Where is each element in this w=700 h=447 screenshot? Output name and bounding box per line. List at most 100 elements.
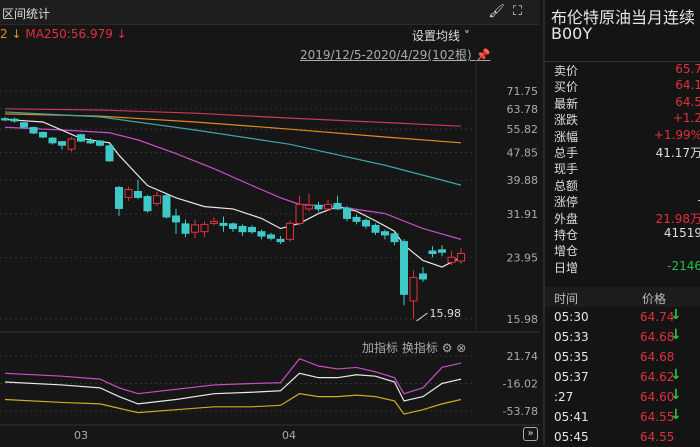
quote-table: 卖价 65.7 买价 64.1 最新 64.5 涨跌 +1.2 涨幅 +1.99% 总手 41.17万… <box>545 61 700 275</box>
y-tick-label: 31.91 <box>507 208 539 221</box>
quote-value: +1.99% <box>653 127 700 142</box>
candle-down <box>362 219 370 227</box>
candle-down <box>115 186 123 209</box>
quote-label: 现手 <box>554 162 579 177</box>
candle-down <box>181 223 190 234</box>
quote-label: 总额 <box>554 178 579 193</box>
quote-label: 最新 <box>554 96 579 111</box>
candle-down <box>29 127 38 134</box>
quote-label: 总手 <box>554 145 579 160</box>
candle-up <box>295 203 304 224</box>
candle-down <box>105 145 114 162</box>
candle-up <box>447 256 456 263</box>
gear-icon[interactable]: ⚙ <box>442 341 453 355</box>
candle-up <box>305 204 313 210</box>
indicator-tick-label: -53.78 <box>503 405 538 418</box>
fullscreen-icon[interactable]: ⛶ <box>513 4 530 19</box>
y-tick-label: 15.98 <box>507 313 539 326</box>
ma250-legend: MA250:56.979 ↓ <box>25 27 127 41</box>
tick-row: 05:30 64.74 ↓ <box>545 307 700 327</box>
candle-up <box>210 220 218 224</box>
y-tick-label: 47.85 <box>507 147 539 160</box>
quote-row: 涨停- <box>545 193 700 209</box>
x-label-04: 04 <box>282 429 296 442</box>
ma5-line <box>4 118 462 268</box>
brush-icon[interactable]: 🖌 <box>488 4 513 19</box>
quote-label: 外盘 <box>554 211 579 226</box>
ma20-line <box>4 111 462 186</box>
quote-value: -2146 <box>667 258 700 273</box>
tick-row: 05:45 64.55 <box>545 427 700 447</box>
set-ma-dropdown[interactable]: 设置均线 ˅ <box>412 27 470 44</box>
quote-row: 日增 -2146 <box>545 259 700 275</box>
tick-header: 时间 价格 <box>545 287 700 307</box>
quote-label: 涨幅 <box>554 129 579 144</box>
candle-down <box>371 224 380 233</box>
quote-panel: 布伦特原油当月连续 B00Y 卖价 65.7 买价 64.1 最新 64.5 涨跌 +1.2 涨… <box>543 0 700 445</box>
candle-down <box>77 134 85 142</box>
y-tick-label: 63.78 <box>507 103 539 116</box>
ma250-line <box>4 108 462 127</box>
tick-time: 05:33 <box>554 330 589 344</box>
tick-time: 05:37 <box>554 370 589 384</box>
quote-row: 涨跌 +1.2 <box>545 111 700 127</box>
candle-down <box>58 141 66 146</box>
date-range-link[interactable]: 2019/12/5-2020/4/29(102根) 📌 <box>300 46 490 63</box>
expand-right-button[interactable]: » <box>523 427 538 441</box>
candle-down <box>143 196 152 212</box>
candle-down <box>381 231 389 236</box>
candle-down <box>238 225 247 233</box>
candle-down <box>276 238 285 243</box>
range-stats-title[interactable]: 区间统计 <box>2 5 50 22</box>
candle-down <box>428 250 437 255</box>
candle-down <box>20 122 28 128</box>
indicator-tick-label: -16.02 <box>503 378 538 391</box>
candle-down <box>257 231 266 237</box>
add-indicator-button[interactable]: 加指标 <box>362 341 398 355</box>
quote-label: 持仓 <box>554 227 579 242</box>
quote-row: 现手 <box>545 160 700 176</box>
close-icon[interactable]: ⊗ <box>456 341 466 355</box>
tick-row: 05:33 64.68 ↓ <box>545 327 700 347</box>
candle-down <box>1 118 9 121</box>
tick-list[interactable]: 时间 价格 05:30 64.74 ↓ 05:33 64.68 ↓ 05:35 64.68 05… <box>545 287 700 447</box>
indicator-tools: 加指标 换指标 ⚙ ⊗ <box>362 339 466 356</box>
candle-down <box>400 241 408 295</box>
pin-icon[interactable]: 📌 <box>476 48 491 62</box>
tick-row: 05:41 64.55 ↓ <box>545 407 700 427</box>
y-tick-label: 71.75 <box>507 85 539 98</box>
quote-row: 外盘 21.98万 <box>545 210 700 226</box>
quote-label: 卖价 <box>554 64 579 78</box>
tick-time: :27 <box>554 390 574 404</box>
candle-down <box>86 140 95 144</box>
quote-value: +1.2 <box>672 111 700 126</box>
down-arrow-icon: ↓ <box>670 367 682 383</box>
candle-down <box>162 195 171 218</box>
switch-indicator-button[interactable]: 换指标 <box>402 341 438 355</box>
quote-row: 最新 64.5 <box>545 95 700 111</box>
tick-row: 05:35 64.68 <box>545 347 700 367</box>
quote-value: 41.17万 <box>655 145 700 160</box>
candle-up <box>124 189 133 198</box>
quote-row: 持仓 41519 <box>545 226 700 242</box>
tick-time: 05:30 <box>554 310 589 324</box>
tick-row: :27 64.60 ↓ <box>545 387 700 407</box>
chart-toolbar: 区间统计 🖌⛶ <box>0 0 540 25</box>
candle-up <box>67 138 76 150</box>
price-header: 价格 <box>642 292 667 306</box>
min-marker-line <box>416 312 428 322</box>
indicator-white-line <box>4 372 462 405</box>
kline-chart[interactable]: 区间统计 🖌⛶ 2 ↓ MA250:56.979 ↓ 设置均线 ˅ 2019/1… <box>0 0 540 445</box>
down-arrow-icon: ↓ <box>670 327 682 343</box>
tick-price: 64.68 <box>640 350 675 364</box>
candle-up <box>200 223 209 233</box>
quote-label: 日增 <box>554 260 579 275</box>
quote-row: 买价 64.1 <box>545 78 700 94</box>
tick-row: 05:37 64.62 ↓ <box>545 367 700 387</box>
candle-down <box>39 131 47 138</box>
indicator-magenta-line <box>4 358 462 395</box>
candle-up <box>153 195 161 204</box>
quote-value: 64.1 <box>675 78 700 93</box>
y-tick-label: 55.82 <box>507 123 539 136</box>
y-tick-label: 39.88 <box>507 174 539 187</box>
